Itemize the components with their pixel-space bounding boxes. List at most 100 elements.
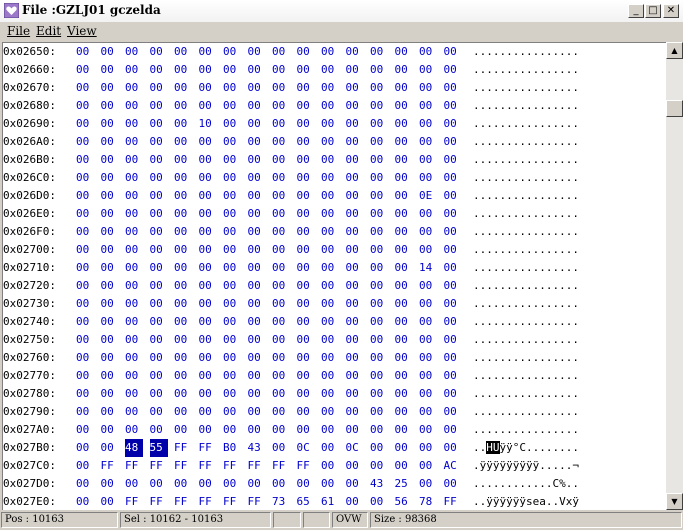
hex-byte[interactable]: 00	[125, 367, 143, 385]
hex-byte[interactable]: 43	[370, 475, 388, 493]
hex-byte[interactable]: 00	[370, 151, 388, 169]
hex-byte[interactable]: 00	[272, 61, 290, 79]
hex-byte[interactable]: 00	[101, 367, 119, 385]
hex-byte[interactable]: 00	[370, 61, 388, 79]
hex-byte[interactable]: 00	[174, 43, 192, 61]
hex-byte[interactable]: 00	[76, 367, 94, 385]
hex-byte[interactable]: 00	[150, 169, 168, 187]
hex-byte[interactable]: 00	[76, 241, 94, 259]
hex-byte[interactable]: FF	[174, 457, 192, 475]
hex-byte[interactable]: FF	[125, 493, 143, 511]
hex-byte[interactable]: 00	[223, 331, 241, 349]
ascii-column[interactable]: ................	[473, 169, 579, 187]
hex-byte[interactable]: 00	[199, 331, 217, 349]
hex-byte[interactable]: 0C	[346, 439, 364, 457]
hex-byte[interactable]: 00	[297, 79, 315, 97]
hex-byte[interactable]: 00	[125, 295, 143, 313]
hex-byte[interactable]: 00	[125, 385, 143, 403]
hex-byte[interactable]: 00	[223, 349, 241, 367]
hex-byte[interactable]: 00	[199, 421, 217, 439]
hex-byte[interactable]: 00	[125, 79, 143, 97]
hex-byte[interactable]: 00	[223, 97, 241, 115]
ascii-column[interactable]: ................	[473, 295, 579, 313]
hex-byte[interactable]: 00	[321, 295, 339, 313]
hex-byte[interactable]: 00	[395, 331, 413, 349]
scroll-up-arrow-icon[interactable]: ▲	[666, 42, 683, 59]
hex-byte[interactable]: 00	[370, 277, 388, 295]
hex-byte[interactable]: 00	[321, 277, 339, 295]
hex-byte[interactable]: 00	[150, 367, 168, 385]
ascii-column[interactable]: ................	[473, 223, 579, 241]
hex-byte[interactable]: 0C	[297, 439, 315, 457]
hex-byte[interactable]: 00	[272, 223, 290, 241]
hex-byte[interactable]: 00	[395, 79, 413, 97]
hex-byte[interactable]: 00	[223, 475, 241, 493]
hex-byte[interactable]: 00	[101, 133, 119, 151]
hex-byte[interactable]: 00	[223, 277, 241, 295]
hex-byte[interactable]: 00	[248, 115, 266, 133]
hex-byte[interactable]: 00	[125, 205, 143, 223]
hex-byte[interactable]: 00	[76, 169, 94, 187]
hex-byte[interactable]: 00	[199, 97, 217, 115]
hex-byte[interactable]: 00	[395, 115, 413, 133]
hex-byte[interactable]: 00	[272, 241, 290, 259]
hex-byte[interactable]: 00	[444, 169, 462, 187]
hex-byte[interactable]: 00	[174, 115, 192, 133]
ascii-column[interactable]: ................	[473, 367, 579, 385]
hex-byte[interactable]: 00	[76, 403, 94, 421]
hex-byte[interactable]: 00	[223, 241, 241, 259]
hex-byte[interactable]: 00	[174, 349, 192, 367]
hex-byte[interactable]: 00	[297, 115, 315, 133]
hex-byte[interactable]: 00	[101, 223, 119, 241]
hex-byte[interactable]: 00	[76, 205, 94, 223]
hex-byte[interactable]: 00	[444, 295, 462, 313]
hex-byte[interactable]: 00	[272, 259, 290, 277]
hex-byte[interactable]: 00	[248, 421, 266, 439]
hex-byte[interactable]: 00	[101, 115, 119, 133]
hex-byte[interactable]: 00	[125, 133, 143, 151]
hex-byte[interactable]: 00	[272, 385, 290, 403]
hex-byte[interactable]: 00	[321, 187, 339, 205]
hex-byte[interactable]: 00	[297, 367, 315, 385]
hex-byte[interactable]: 00	[223, 61, 241, 79]
hex-byte[interactable]: 00	[174, 421, 192, 439]
hex-byte[interactable]: 00	[101, 97, 119, 115]
hex-byte[interactable]: FF	[174, 439, 192, 457]
hex-byte[interactable]: 00	[370, 403, 388, 421]
hex-byte[interactable]: 00	[150, 97, 168, 115]
hex-byte[interactable]: 00	[76, 187, 94, 205]
hex-byte[interactable]: 00	[101, 439, 119, 457]
ascii-column[interactable]: ................	[473, 79, 579, 97]
hex-byte[interactable]: 00	[444, 61, 462, 79]
hex-byte[interactable]: 00	[174, 169, 192, 187]
hex-byte[interactable]: 00	[223, 421, 241, 439]
minimize-button[interactable]: _	[628, 4, 644, 18]
hex-byte[interactable]: FF	[125, 457, 143, 475]
hex-byte[interactable]: 00	[76, 331, 94, 349]
hex-byte[interactable]: 00	[370, 187, 388, 205]
hex-byte[interactable]: 00	[321, 457, 339, 475]
hex-byte[interactable]: 00	[297, 385, 315, 403]
hex-byte[interactable]: 00	[76, 151, 94, 169]
hex-byte[interactable]: 00	[297, 421, 315, 439]
ascii-column[interactable]: ................	[473, 115, 579, 133]
hex-byte[interactable]: 73	[272, 493, 290, 511]
hex-byte[interactable]: 00	[346, 295, 364, 313]
hex-byte[interactable]: 00	[223, 403, 241, 421]
hex-byte[interactable]: 00	[297, 403, 315, 421]
hex-byte[interactable]: 00	[101, 61, 119, 79]
hex-byte[interactable]: 00	[297, 331, 315, 349]
hex-byte[interactable]: 48	[125, 439, 143, 457]
hex-byte[interactable]: 00	[272, 349, 290, 367]
hex-byte[interactable]: 00	[125, 475, 143, 493]
hex-byte[interactable]: 00	[395, 421, 413, 439]
hex-byte[interactable]: 00	[150, 295, 168, 313]
hex-byte[interactable]: 00	[321, 241, 339, 259]
hex-byte[interactable]: 00	[419, 475, 437, 493]
hex-byte[interactable]: 00	[101, 493, 119, 511]
hex-byte[interactable]: 00	[125, 277, 143, 295]
hex-byte[interactable]: 00	[444, 421, 462, 439]
hex-byte[interactable]: 00	[248, 475, 266, 493]
hex-byte[interactable]: 61	[321, 493, 339, 511]
hex-byte[interactable]: 00	[419, 457, 437, 475]
